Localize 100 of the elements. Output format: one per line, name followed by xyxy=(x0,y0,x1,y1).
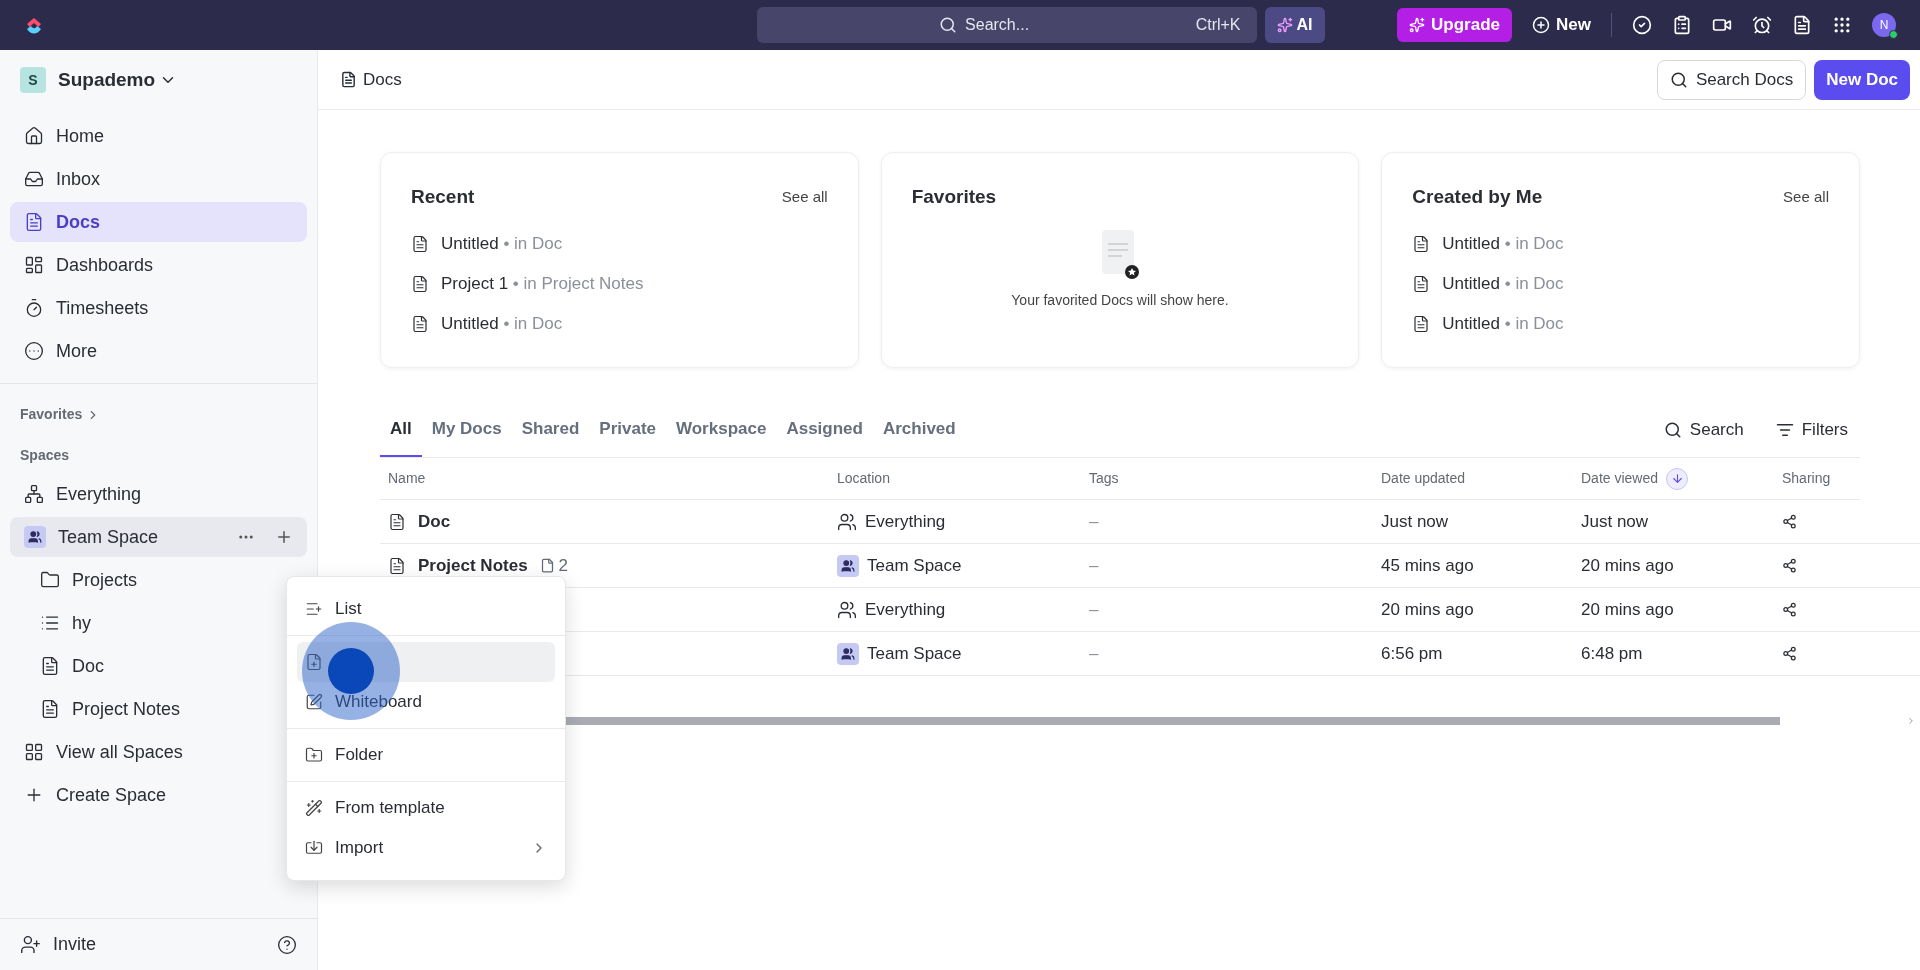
column-header[interactable]: Name xyxy=(388,468,426,489)
add-icon[interactable] xyxy=(275,528,293,546)
list-plus-icon xyxy=(305,600,323,618)
column-header[interactable]: Location xyxy=(837,468,890,489)
search-docs-button[interactable]: Search Docs xyxy=(1656,59,1807,100)
date-viewed-cell: 6:48 pm xyxy=(1581,643,1643,663)
spaces-heading: Spaces xyxy=(20,447,70,463)
user-avatar[interactable]: N xyxy=(1872,13,1896,37)
invite-link[interactable]: Invite xyxy=(53,931,265,958)
upgrade-icon xyxy=(1409,17,1426,33)
document-icon[interactable] xyxy=(1792,15,1812,35)
more-icon xyxy=(24,341,44,361)
new-doc-button[interactable]: New Doc xyxy=(1814,59,1910,100)
card-title: Favorites xyxy=(911,185,997,209)
home-icon xyxy=(24,126,44,146)
date-updated-cell: 6:56 pm xyxy=(1381,643,1443,663)
menu-item[interactable]: Import xyxy=(297,828,555,868)
check-circle-icon[interactable] xyxy=(1632,15,1652,35)
document-icon xyxy=(40,656,60,676)
nav-item[interactable]: Dashboards xyxy=(10,245,307,285)
tab[interactable]: Shared xyxy=(511,402,590,457)
document-icon xyxy=(1412,274,1431,293)
location-cell-text: Team Space xyxy=(867,554,962,577)
file-plus-icon xyxy=(305,653,323,671)
document-icon xyxy=(340,71,357,88)
recent-doc-item[interactable]: Project 1 • in Project Notes xyxy=(411,263,828,304)
recent-doc-item[interactable]: Untitled • in Doc xyxy=(1412,263,1829,304)
column-header[interactable]: Date viewed xyxy=(1581,468,1659,489)
sparkle-icon xyxy=(1276,17,1293,33)
nav-item[interactable]: Home xyxy=(10,116,307,156)
workspace-switcher[interactable]: Supademo xyxy=(58,65,178,95)
date-updated-cell: Just now xyxy=(1381,511,1449,531)
space-item[interactable]: Everything xyxy=(10,474,307,514)
sort-descending-icon[interactable] xyxy=(1666,467,1689,490)
upgrade-button[interactable]: Upgrade xyxy=(1397,8,1513,42)
date-viewed-cell: Just now xyxy=(1581,511,1649,531)
alarm-clock-icon[interactable] xyxy=(1752,15,1772,35)
column-header[interactable]: Sharing xyxy=(1782,468,1831,489)
recent-doc-item[interactable]: Untitled • in Doc xyxy=(411,303,828,344)
doc-name[interactable]: Doc xyxy=(418,508,451,535)
breadcrumb[interactable]: Docs xyxy=(363,66,402,93)
inbox-icon xyxy=(24,169,44,189)
grid-icon xyxy=(24,742,44,762)
tab[interactable]: My Docs xyxy=(421,402,512,457)
keyboard-shortcut: Ctrl+K xyxy=(1195,15,1241,35)
column-header[interactable]: Date updated xyxy=(1381,468,1466,489)
share-icon[interactable] xyxy=(1782,514,1797,529)
nav-item[interactable]: Docs xyxy=(10,202,307,242)
plus-circle-icon xyxy=(1532,16,1551,34)
location-cell-text: Everything xyxy=(865,510,946,533)
document-icon xyxy=(388,512,406,531)
nav-item[interactable]: More xyxy=(10,331,307,371)
document-icon xyxy=(388,556,406,575)
search-field[interactable]: Search... Ctrl+K xyxy=(756,7,1257,43)
recent-doc-item[interactable]: Untitled • in Doc xyxy=(1412,303,1829,344)
document-icon xyxy=(40,699,60,719)
see-all-link[interactable]: See all xyxy=(1783,186,1829,209)
space-child-item[interactable]: Doc xyxy=(10,646,307,686)
recent-doc-item[interactable]: Untitled • in Doc xyxy=(411,223,828,264)
tab[interactable]: Assigned xyxy=(776,402,873,457)
space-item[interactable]: Team Space xyxy=(10,517,307,557)
people-icon xyxy=(837,599,857,620)
document-icon xyxy=(411,234,429,253)
space-child-item[interactable]: Project Notes xyxy=(10,689,307,729)
help-icon[interactable] xyxy=(277,934,297,955)
share-icon[interactable] xyxy=(1782,602,1797,617)
search-placeholder: Search... xyxy=(965,15,1030,35)
team-icon xyxy=(837,554,859,577)
tab[interactable]: All xyxy=(380,402,422,457)
tags-cell: – xyxy=(1089,511,1099,531)
search-button[interactable]: Search xyxy=(1663,416,1744,443)
apps-grid-icon[interactable] xyxy=(1832,15,1852,35)
team-icon xyxy=(24,526,46,548)
dashboard-icon xyxy=(24,255,44,275)
card-title: Recent xyxy=(411,185,475,209)
date-updated-cell: 20 mins ago xyxy=(1381,599,1474,619)
clipboard-icon[interactable] xyxy=(1672,15,1692,35)
share-icon[interactable] xyxy=(1782,558,1797,573)
search-icon xyxy=(1663,420,1682,439)
doc-name[interactable]: Project Notes xyxy=(418,552,528,579)
tab[interactable]: Archived xyxy=(872,402,966,457)
people-icon xyxy=(837,511,857,532)
magic-wand-icon xyxy=(305,799,323,817)
filters-button[interactable]: Filters xyxy=(1775,416,1848,443)
tab[interactable]: Private xyxy=(589,402,666,457)
nav-item[interactable]: Inbox xyxy=(10,159,307,199)
column-header[interactable]: Tags xyxy=(1089,468,1119,489)
tab[interactable]: Workspace xyxy=(666,402,777,457)
share-icon[interactable] xyxy=(1782,646,1797,661)
favorites-heading[interactable]: Favorites xyxy=(20,404,83,425)
document-icon xyxy=(411,274,429,293)
nav-item[interactable]: Timesheets xyxy=(10,288,307,328)
ai-button[interactable]: AI xyxy=(1264,7,1325,43)
stopwatch-icon xyxy=(24,298,44,318)
see-all-link[interactable]: See all xyxy=(781,186,828,209)
date-viewed-cell: 20 mins ago xyxy=(1581,555,1674,575)
folder-plus-icon xyxy=(305,746,323,764)
tags-cell: – xyxy=(1089,643,1099,663)
new-button[interactable]: New xyxy=(1532,12,1591,38)
recent-doc-item[interactable]: Untitled • in Doc xyxy=(1412,223,1829,264)
